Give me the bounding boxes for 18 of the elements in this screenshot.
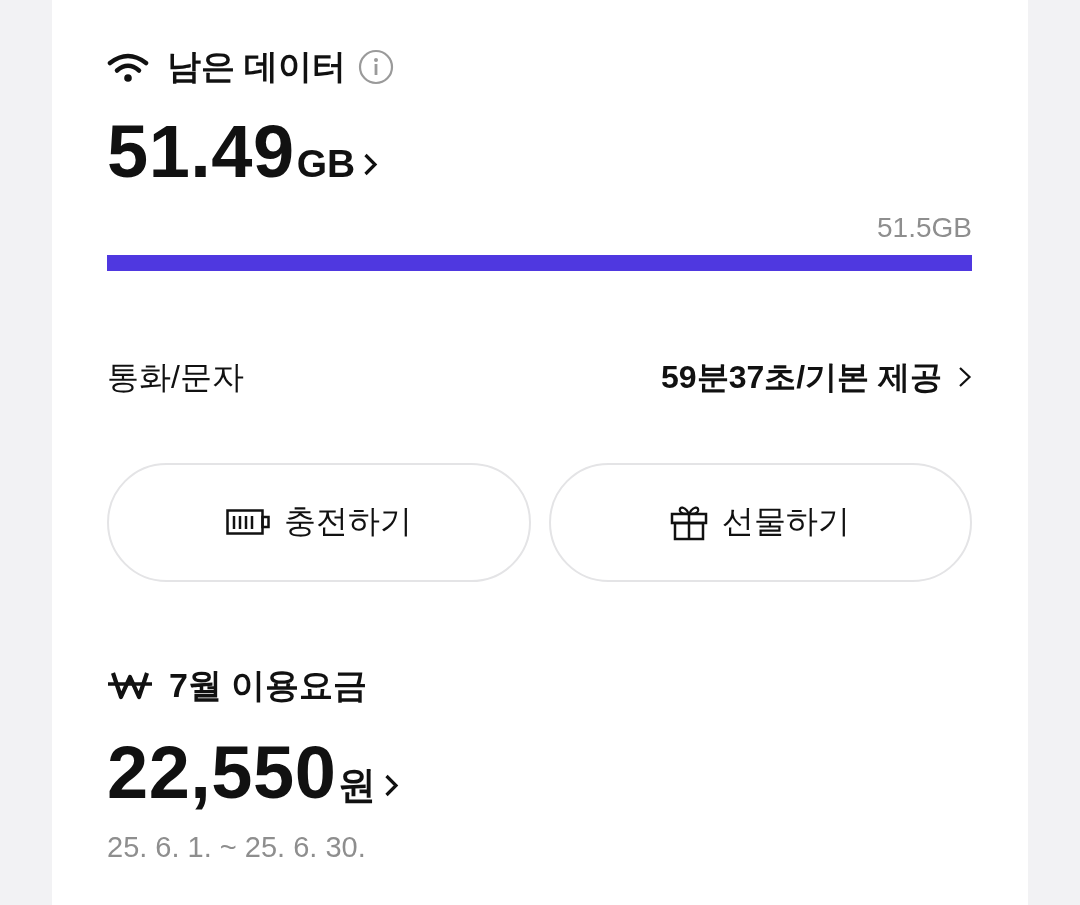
chevron-icon <box>363 152 379 177</box>
charge-button[interactable]: 충전하기 <box>107 463 531 582</box>
info-icon[interactable] <box>358 48 395 85</box>
gift-button[interactable]: 선물하기 <box>548 463 972 582</box>
chevron-icon <box>384 773 400 798</box>
calls-value-link[interactable]: 59분37초/기본 제공 <box>661 357 972 396</box>
won-icon <box>107 670 153 701</box>
section-title: 7월 이용요금 <box>169 665 368 706</box>
bill-amount-link[interactable]: 22,550원 <box>107 736 400 810</box>
section-title: 남은 데이터 <box>167 46 347 87</box>
total-data-text: 51.5GB <box>877 211 972 245</box>
wifi-icon <box>107 51 149 82</box>
chevron-icon <box>958 364 972 389</box>
remaining-data-link[interactable]: 51.49GB <box>107 115 379 189</box>
gift-icon <box>670 503 709 542</box>
battery-icon <box>225 509 270 536</box>
billing-period-text: 25. 6. 1. ~ 25. 6. 30. <box>107 830 366 865</box>
calls-label: 통화/문자 <box>107 357 244 396</box>
